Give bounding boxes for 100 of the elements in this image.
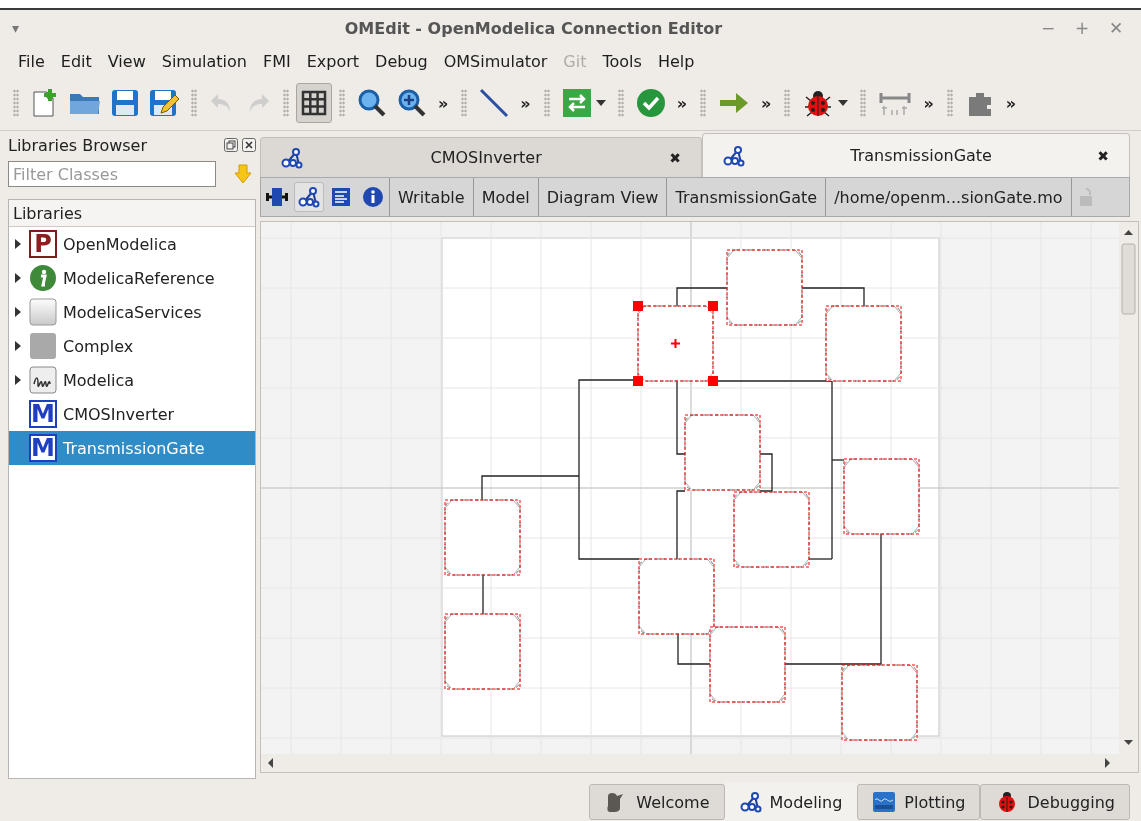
model-component[interactable]	[841, 664, 918, 741]
menu-item[interactable]: Export	[298, 49, 368, 73]
connection-line[interactable]	[578, 379, 640, 560]
float-icon[interactable]	[224, 138, 238, 152]
tree-item-label: Complex	[63, 336, 134, 356]
menu-item[interactable]: Debug	[367, 49, 436, 73]
connection-line[interactable]	[801, 287, 865, 307]
model-component[interactable]	[638, 558, 715, 635]
text-view-icon	[331, 187, 351, 207]
info-field: /home/openm...sionGate.mo	[825, 178, 1071, 216]
connection-line[interactable]	[784, 533, 882, 665]
plot-icon	[872, 791, 897, 813]
connection-line[interactable]	[677, 633, 711, 665]
grid-button[interactable]	[296, 83, 332, 123]
swap-icon	[561, 88, 592, 118]
window-title: OMEdit - OpenModelica Connection Editor	[343, 18, 724, 38]
expand-arrow-icon[interactable]	[13, 239, 23, 249]
model-component[interactable]	[444, 499, 521, 576]
document-tab[interactable]: TransmissionGate ✖	[702, 133, 1130, 177]
model-component[interactable]	[843, 458, 920, 535]
more-button[interactable]: »	[917, 93, 940, 113]
model-component[interactable]	[726, 249, 803, 326]
connection-line[interactable]	[676, 380, 686, 455]
tree-item[interactable]: ModelicaServices	[9, 295, 255, 329]
info-field: Model	[472, 178, 538, 216]
model-component[interactable]	[733, 491, 810, 568]
connection-line[interactable]	[676, 490, 686, 560]
tree-item-label: ModelicaReference	[63, 268, 215, 288]
tree-item[interactable]: ModelicaReference	[9, 261, 255, 295]
square-icon	[29, 332, 57, 360]
model-component[interactable]	[684, 414, 761, 491]
library-icon	[29, 366, 57, 394]
floppy-pencil-icon	[149, 89, 179, 117]
info-icon	[362, 186, 384, 208]
menu-item[interactable]: FMI	[254, 49, 299, 73]
model-icon: M	[29, 400, 57, 428]
line-icon	[479, 88, 510, 118]
tab-label: Plotting	[904, 792, 966, 812]
check-icon	[635, 88, 666, 118]
filter-field[interactable]: Filter Classes	[8, 161, 216, 187]
more-button[interactable]: »	[755, 93, 778, 113]
more-button[interactable]: »	[670, 93, 694, 113]
model-component[interactable]	[633, 301, 718, 386]
caret-icon[interactable]	[595, 100, 606, 106]
menu-item[interactable]: View	[99, 49, 154, 73]
close-button[interactable]: ✖	[1097, 147, 1109, 164]
tab-label: Modeling	[769, 792, 843, 812]
window-menu-button[interactable]: ▾	[12, 20, 32, 36]
expand-arrow-icon[interactable]	[13, 341, 23, 351]
grid-icon	[301, 90, 327, 116]
expand-arrow-icon[interactable]	[13, 375, 23, 385]
package-icon: P	[29, 230, 57, 258]
more-button[interactable]: »	[432, 93, 455, 113]
tree-item-label: CMOSInverter	[63, 404, 175, 424]
tree-item[interactable]: M TransmissionGate	[9, 431, 255, 465]
document-tab[interactable]: CMOSInverter ✖	[260, 137, 702, 177]
info-icon	[29, 264, 57, 292]
model-component[interactable]	[825, 305, 902, 382]
menu-item[interactable]: Tools	[594, 49, 650, 73]
menu-item[interactable]: File	[10, 49, 53, 73]
menu-item[interactable]: Help	[649, 49, 703, 73]
menu-item[interactable]: Edit	[52, 49, 100, 73]
perspective-tab[interactable]: Plotting	[857, 784, 981, 820]
perspective-tab[interactable]: Debugging	[980, 784, 1130, 820]
tab-label: Debugging	[1027, 792, 1115, 812]
info-field: Writable	[389, 178, 473, 216]
column-header: Libraries	[9, 200, 255, 227]
zoom-in-icon	[397, 88, 427, 118]
tree-item-label: TransmissionGate	[63, 438, 205, 458]
connection-line[interactable]	[759, 453, 773, 492]
magnifier-icon	[357, 88, 387, 118]
diagram-icon	[723, 144, 745, 167]
tree-item[interactable]: Modelica	[9, 363, 255, 397]
connection-line[interactable]	[481, 475, 580, 501]
diagram-icon	[281, 146, 303, 169]
more-button[interactable]: »	[999, 93, 1023, 113]
tree-item[interactable]: Complex	[9, 329, 255, 363]
menu-item[interactable]: OMSimulator	[435, 49, 556, 73]
model-component[interactable]	[444, 613, 521, 690]
view-button[interactable]	[294, 182, 324, 212]
tree-item[interactable]: M CMOSInverter	[9, 397, 255, 431]
tree-item-label: ModelicaServices	[63, 302, 202, 322]
model-component[interactable]	[709, 626, 786, 703]
tree-item[interactable]: P OpenModelica	[9, 227, 255, 261]
info-field: Diagram View	[537, 178, 667, 216]
connection-line[interactable]	[676, 287, 728, 307]
caret-icon[interactable]	[838, 100, 849, 106]
close-icon[interactable]	[242, 138, 256, 152]
perspective-tab[interactable]: Welcome	[589, 784, 725, 820]
more-button[interactable]: »	[514, 93, 537, 113]
perspective-tab[interactable]: Modeling	[724, 782, 858, 821]
tab-label: Welcome	[636, 792, 710, 812]
menu-item[interactable]: Simulation	[153, 49, 255, 73]
expand-arrow-icon[interactable]	[13, 273, 23, 283]
component-network-icon	[739, 791, 762, 813]
new-file-icon	[31, 88, 59, 118]
connection-line[interactable]	[831, 459, 845, 461]
close-button[interactable]: ✖	[669, 149, 681, 166]
tree-item-label: Modelica	[63, 370, 135, 390]
expand-arrow-icon[interactable]	[13, 307, 23, 317]
